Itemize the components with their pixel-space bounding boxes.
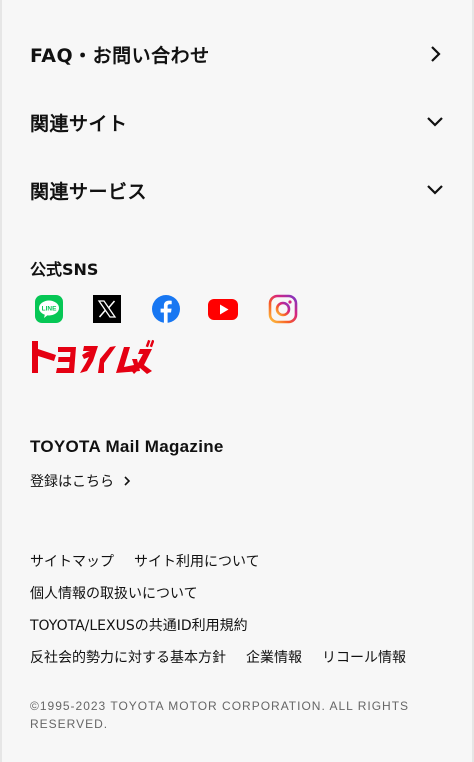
footer-links-row-1: サイトマップ サイト利用について	[30, 551, 260, 571]
footer-links-row-3: TOYOTA/LEXUSの共通ID利用規約	[30, 615, 248, 635]
faq-contact-link[interactable]: FAQ・お問い合わせ	[30, 34, 444, 74]
mail-register-label: 登録はこちら	[30, 474, 114, 490]
mail-register-link[interactable]: 登録はこちら	[30, 471, 132, 491]
sns-heading: 公式SNS	[30, 260, 99, 279]
facebook-icon[interactable]	[151, 294, 181, 324]
mail-magazine-title: TOYOTA Mail Magazine	[30, 437, 224, 456]
toyotimes-logo[interactable]	[30, 337, 154, 379]
line-label: LINE	[42, 306, 57, 313]
chevron-down-icon	[427, 117, 443, 127]
related-services-accordion[interactable]: 関連サービス	[30, 170, 444, 210]
instagram-icon[interactable]	[268, 294, 298, 324]
chevron-right-icon	[124, 476, 131, 486]
x-icon[interactable]	[92, 294, 122, 324]
copyright-text: ©1995-2023 TOYOTA MOTOR CORPORATION. ALL…	[30, 699, 410, 731]
footer-links-row-2: 個人情報の取扱いについて	[30, 583, 198, 603]
related-sites-label: 関連サイト	[30, 112, 128, 135]
related-sites-accordion[interactable]: 関連サイト	[30, 102, 444, 142]
recall-info-link[interactable]: リコール情報	[322, 650, 406, 666]
related-services-label: 関連サービス	[30, 180, 148, 203]
corporate-info-link[interactable]: 企業情報	[246, 650, 302, 666]
sitemap-link[interactable]: サイトマップ	[30, 554, 114, 570]
youtube-icon[interactable]	[208, 294, 238, 324]
footer-links-row-4: 反社会的勢力に対する基本方針 企業情報 リコール情報	[30, 647, 406, 667]
line-icon[interactable]: LINE	[34, 294, 64, 324]
common-id-terms-link[interactable]: TOYOTA/LEXUSの共通ID利用規約	[30, 618, 248, 634]
site-usage-link[interactable]: サイト利用について	[134, 554, 260, 570]
anti-social-policy-link[interactable]: 反社会的勢力に対する基本方針	[30, 650, 226, 666]
chevron-right-icon	[431, 46, 441, 62]
faq-contact-label: FAQ・お問い合わせ	[30, 44, 210, 67]
chevron-down-icon	[427, 185, 443, 195]
privacy-link[interactable]: 個人情報の取扱いについて	[30, 586, 198, 602]
